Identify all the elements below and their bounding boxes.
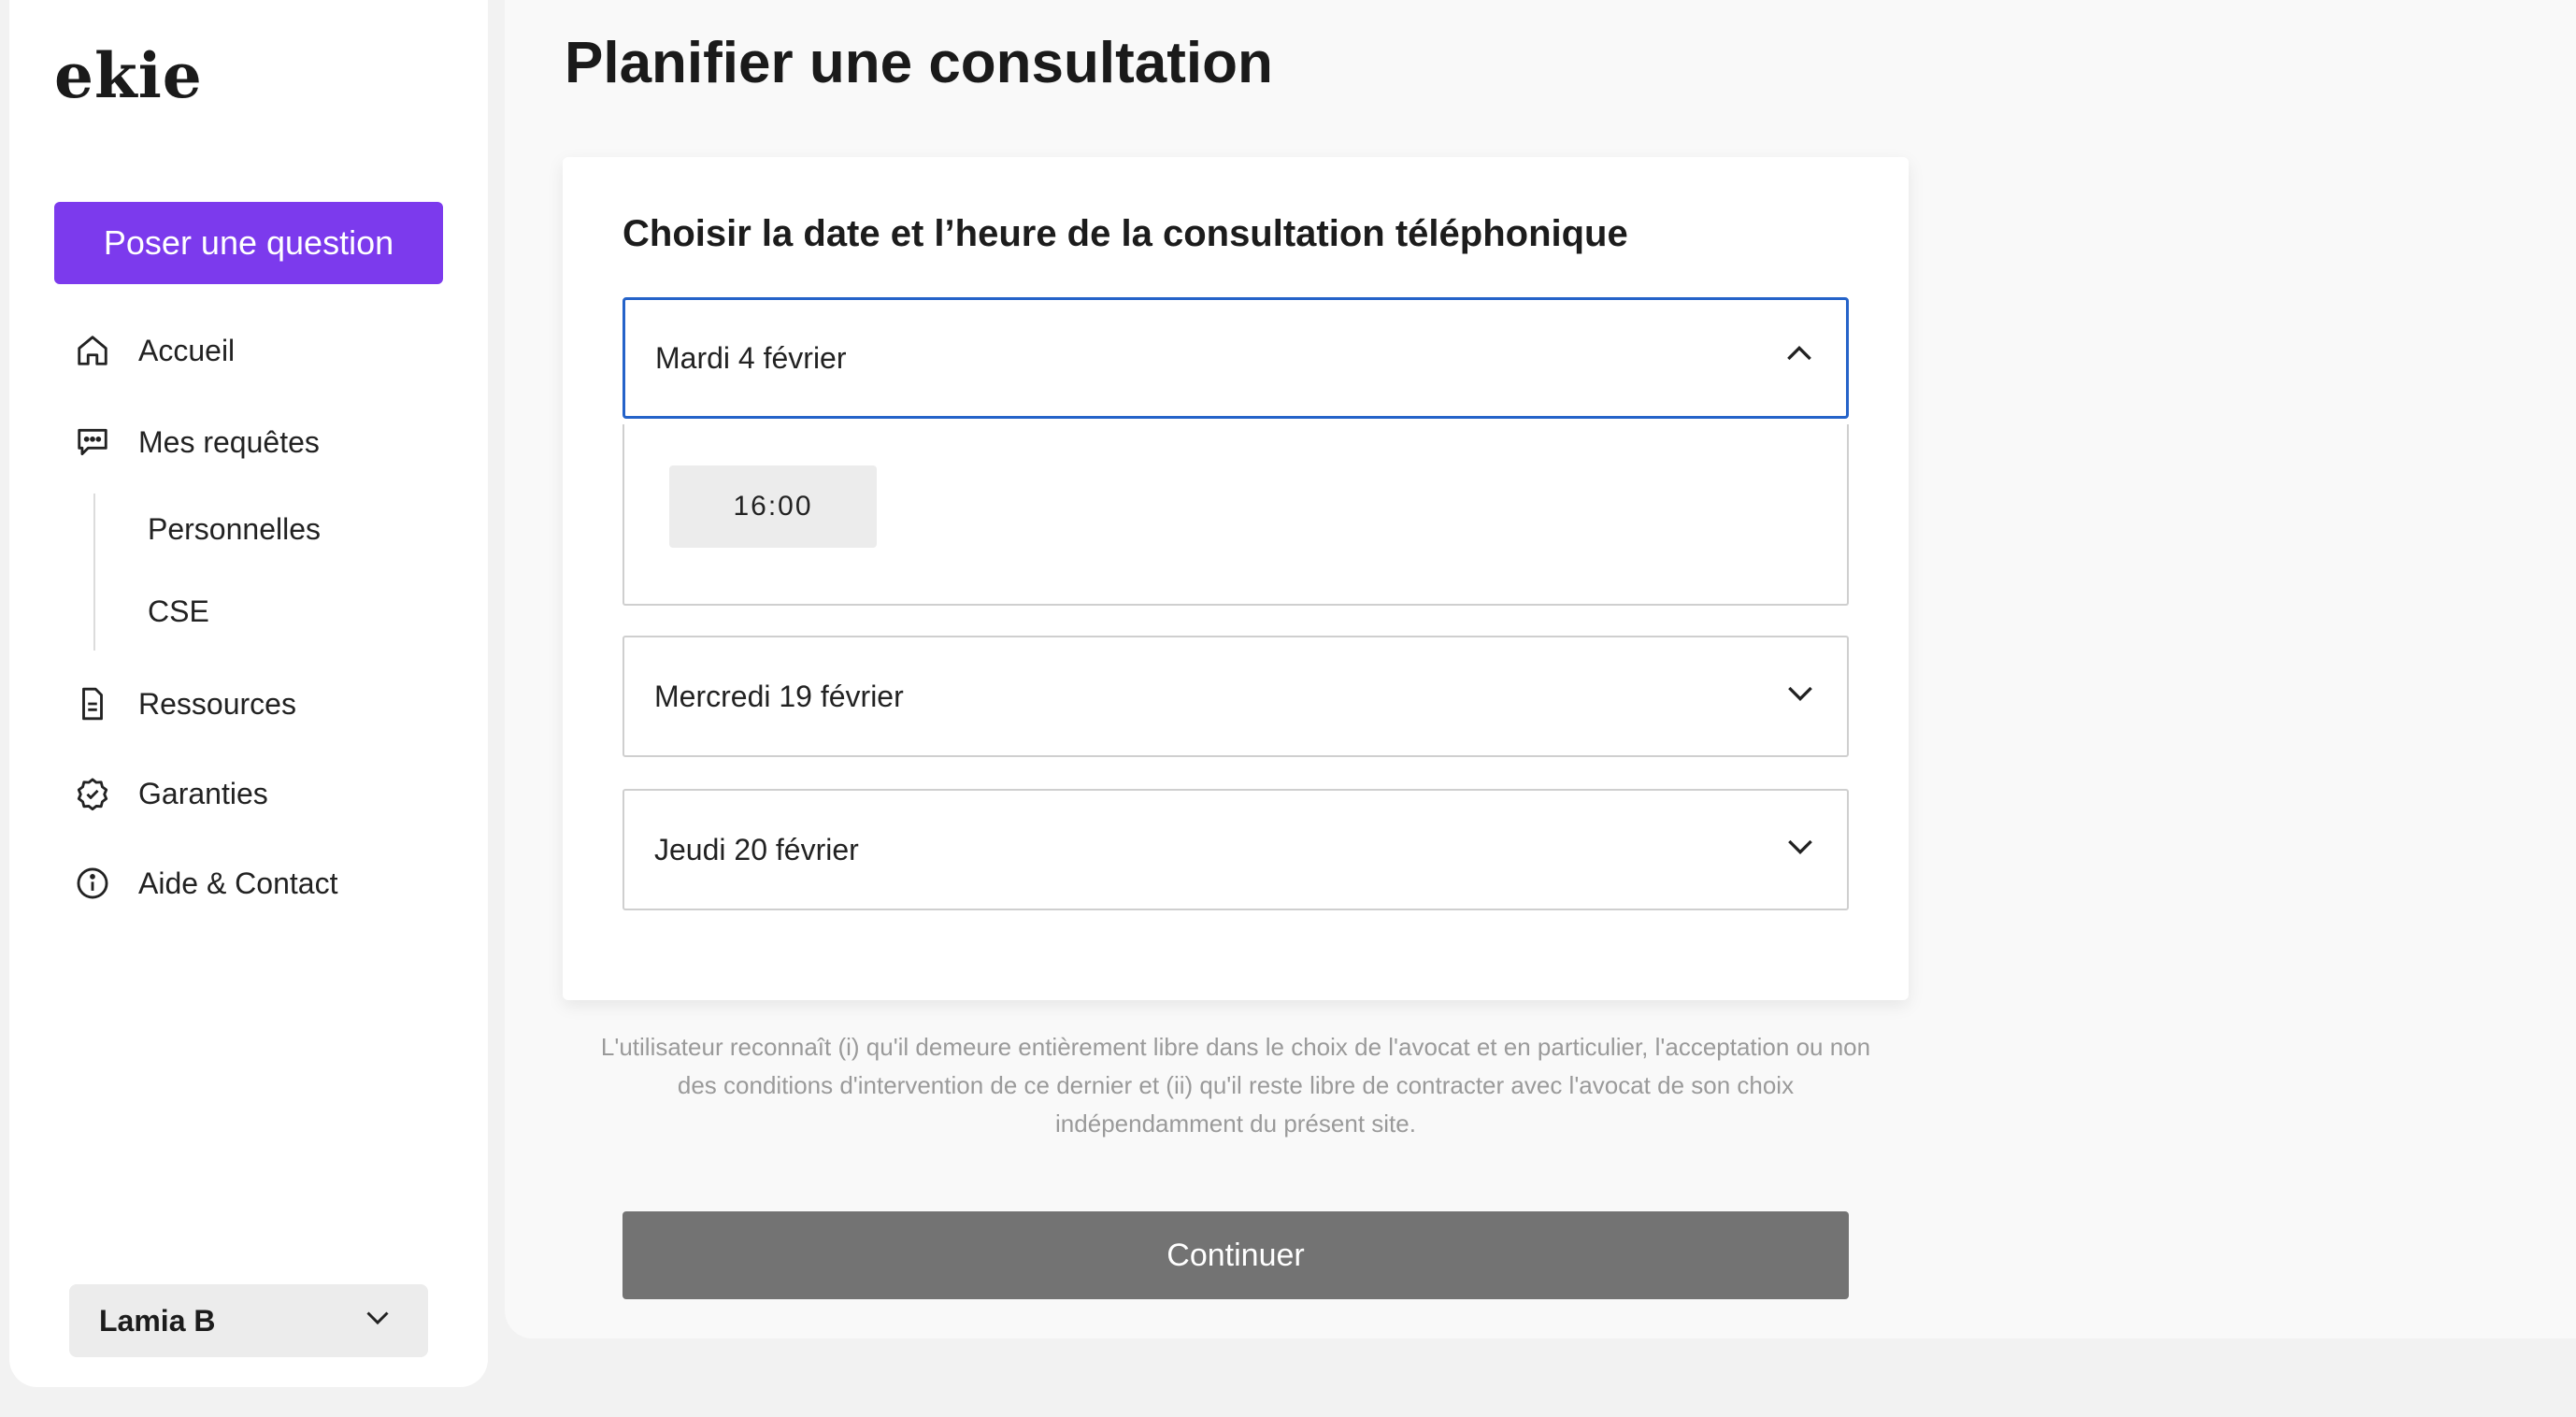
card-title: Choisir la date et l’heure de la consult… bbox=[623, 213, 1628, 254]
sidebar-item-label: Garanties bbox=[138, 776, 268, 810]
chat-icon bbox=[73, 422, 112, 462]
time-slot-button[interactable]: 16:00 bbox=[669, 465, 877, 548]
sidebar-item-ressources[interactable]: Ressources bbox=[73, 684, 296, 723]
legal-disclaimer: L'utilisateur reconnaît (i) qu'il demeur… bbox=[563, 1028, 1909, 1143]
page-title: Planifier une consultation bbox=[565, 31, 1273, 95]
time-slots-panel: 16:00 bbox=[623, 424, 1849, 606]
continue-button[interactable]: Continuer bbox=[623, 1211, 1849, 1299]
date-label: Mercredi 19 février bbox=[654, 679, 904, 713]
badge-check-icon bbox=[73, 774, 112, 813]
home-icon bbox=[73, 331, 112, 370]
sidebar: ekie Poser une question Accueil Mes requ… bbox=[9, 0, 488, 1387]
sidebar-item-label: Ressources bbox=[138, 686, 296, 721]
sidebar-item-garanties[interactable]: Garanties bbox=[73, 774, 268, 813]
sidebar-item-label: Accueil bbox=[138, 333, 236, 367]
chevron-down-icon bbox=[361, 1300, 394, 1341]
sidebar-subitem-cse[interactable]: CSE bbox=[148, 594, 209, 629]
info-icon bbox=[73, 864, 112, 903]
date-label: Mardi 4 février bbox=[655, 340, 847, 375]
chevron-down-icon bbox=[1782, 827, 1819, 872]
sidebar-item-aide-contact[interactable]: Aide & Contact bbox=[73, 864, 337, 903]
disclaimer-line: L'utilisateur reconnaît (i) qu'il demeur… bbox=[600, 1033, 1871, 1061]
user-name: Lamia B bbox=[99, 1303, 216, 1338]
sidebar-subitem-personnelles[interactable]: Personnelles bbox=[148, 512, 321, 547]
sidebar-item-label: Aide & Contact bbox=[138, 866, 338, 900]
document-icon bbox=[73, 684, 112, 723]
disclaimer-line: indépendamment du présent site. bbox=[1055, 1109, 1416, 1138]
ask-question-button[interactable]: Poser une question bbox=[54, 202, 443, 284]
chevron-down-icon bbox=[1782, 674, 1819, 719]
date-label: Jeudi 20 février bbox=[654, 832, 859, 866]
submenu-divider bbox=[93, 494, 95, 651]
date-accordion-mercredi-19-fevrier[interactable]: Mercredi 19 février bbox=[623, 636, 1849, 757]
ekie-logo[interactable]: ekie bbox=[54, 39, 203, 112]
main-content: Planifier une consultation Choisir la da… bbox=[505, 0, 2576, 1338]
user-menu[interactable]: Lamia B bbox=[69, 1284, 428, 1357]
date-accordion-jeudi-20-fevrier[interactable]: Jeudi 20 février bbox=[623, 789, 1849, 910]
sidebar-item-mes-requetes[interactable]: Mes requêtes bbox=[73, 422, 320, 462]
chevron-up-icon bbox=[1781, 336, 1818, 380]
sidebar-item-label: Mes requêtes bbox=[138, 424, 320, 459]
date-accordion-mardi-4-fevrier[interactable]: Mardi 4 février bbox=[623, 297, 1849, 419]
sidebar-item-accueil[interactable]: Accueil bbox=[73, 331, 235, 370]
disclaimer-line: des conditions d'intervention de ce dern… bbox=[677, 1071, 1795, 1099]
schedule-card: Choisir la date et l’heure de la consult… bbox=[563, 157, 1909, 1000]
